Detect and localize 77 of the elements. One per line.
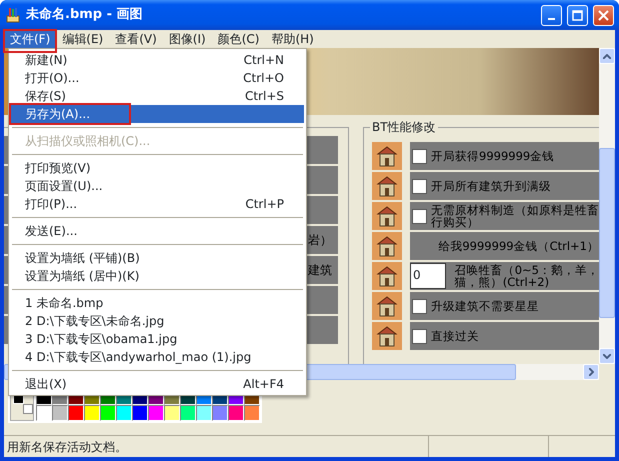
color-swatch[interactable] (68, 404, 84, 420)
menu-item[interactable]: 页面设置(U)... (11, 177, 304, 195)
maximize-button[interactable] (567, 4, 588, 26)
option-text: 直接过关 (431, 330, 479, 342)
checkbox[interactable] (412, 148, 427, 164)
color-swatch[interactable] (100, 404, 116, 420)
option-text: 无需原材料制造（如原料是牲畜 行购买） (431, 204, 599, 228)
option-text: 给我9999999金钱（Ctrl+1） (438, 240, 599, 252)
scroll-up-button[interactable] (599, 48, 615, 64)
building-icon (376, 204, 398, 228)
building-icon (376, 264, 398, 288)
menu-item[interactable]: 4 D:\下载专区\andywarhol_mao (1).jpg (11, 348, 304, 366)
checkbox[interactable] (412, 328, 427, 344)
scroll-down-button[interactable] (599, 348, 615, 364)
color-swatch[interactable] (196, 404, 212, 420)
color-swatch[interactable] (164, 404, 180, 420)
brush-icon (5, 6, 21, 23)
color-swatch[interactable] (148, 404, 164, 420)
color-swatch[interactable] (84, 404, 100, 420)
color-swatch[interactable] (36, 404, 52, 420)
color-swatch[interactable] (212, 404, 228, 420)
menu-bar-item[interactable]: 查看(V) (109, 30, 163, 48)
background-color[interactable] (23, 404, 33, 414)
option-text: 开局所有建筑升到满级 (431, 180, 551, 192)
option-text: 升级建筑不需要星星 (431, 300, 539, 312)
color-swatch[interactable] (228, 404, 244, 420)
menu-item[interactable]: 设置为墙纸 (平铺)(B) (11, 249, 304, 267)
checkbox[interactable] (412, 208, 427, 224)
menu-item[interactable]: 3 D:\下载专区\obama1.jpg (11, 330, 304, 348)
option-text: 建筑 (308, 262, 332, 279)
option-text: 开局获得9999999金钱 (431, 150, 554, 162)
menu-bar-item[interactable]: 颜色(C) (212, 30, 266, 48)
chevron-up-icon (603, 54, 611, 58)
building-icon (376, 324, 398, 348)
annotation-frame (3, 29, 58, 53)
menu-item[interactable]: 退出(X) Alt+F4 (11, 375, 304, 393)
menu-item[interactable]: 另存为(A)... (11, 105, 304, 123)
chevron-right-icon (588, 368, 594, 376)
option-text: 召唤牲畜（0~5：鹅，羊， 猫，熊）(Ctrl+2) (454, 264, 599, 288)
close-button[interactable] (593, 4, 614, 26)
maximize-icon (572, 10, 583, 20)
number-field[interactable]: 0 (410, 263, 446, 289)
menu-item[interactable]: 设置为墙纸 (居中)(K) (11, 267, 304, 285)
window-title: 未命名.bmp - 画图 (26, 6, 143, 24)
minimize-button[interactable] (541, 4, 562, 26)
building-icon (376, 144, 398, 168)
building-icon (376, 234, 398, 258)
option-text: 岩） (308, 232, 332, 249)
menu-item[interactable]: 1 未命名.bmp (11, 294, 304, 312)
building-icon (376, 294, 398, 318)
menu-item[interactable]: 新建(N) Ctrl+N (11, 51, 304, 69)
menu-bar-item[interactable]: 编辑(E) (56, 30, 110, 48)
scroll-right-button[interactable] (583, 364, 599, 380)
menu-item[interactable]: 2 D:\下载专区\未命名.jpg (11, 312, 304, 330)
checkbox[interactable] (412, 178, 427, 194)
menu-item[interactable]: 打印(P)... Ctrl+P (11, 195, 304, 213)
minimize-icon (548, 18, 555, 20)
color-swatch[interactable] (116, 404, 132, 420)
building-icon (376, 174, 398, 198)
color-swatch[interactable] (132, 404, 148, 420)
status-text: 用新名保存活动文档。 (4, 436, 429, 457)
menu-item[interactable]: 发送(E)... (11, 222, 304, 240)
group-title: BT性能修改 (370, 119, 438, 135)
menu-bar-item[interactable]: 帮助(H) (265, 30, 320, 48)
color-swatch[interactable] (52, 404, 68, 420)
checkbox[interactable] (412, 298, 427, 314)
chevron-down-icon (603, 354, 611, 358)
color-swatch[interactable] (244, 404, 260, 420)
scroll-thumb[interactable] (599, 148, 615, 318)
close-icon (598, 10, 609, 20)
option-bar[interactable]: 给我9999999金钱（Ctrl+1） (410, 232, 599, 260)
color-swatch[interactable] (180, 404, 196, 420)
menu-bar-item[interactable]: 图像(I) (162, 30, 212, 48)
menu-item[interactable]: 保存(S) Ctrl+S (11, 87, 304, 105)
menu-bar-item[interactable]: 文件(F) (4, 30, 56, 48)
menu-item[interactable]: 打开(O)... Ctrl+O (11, 69, 304, 87)
menu-item[interactable]: 打印预览(V) (11, 159, 304, 177)
